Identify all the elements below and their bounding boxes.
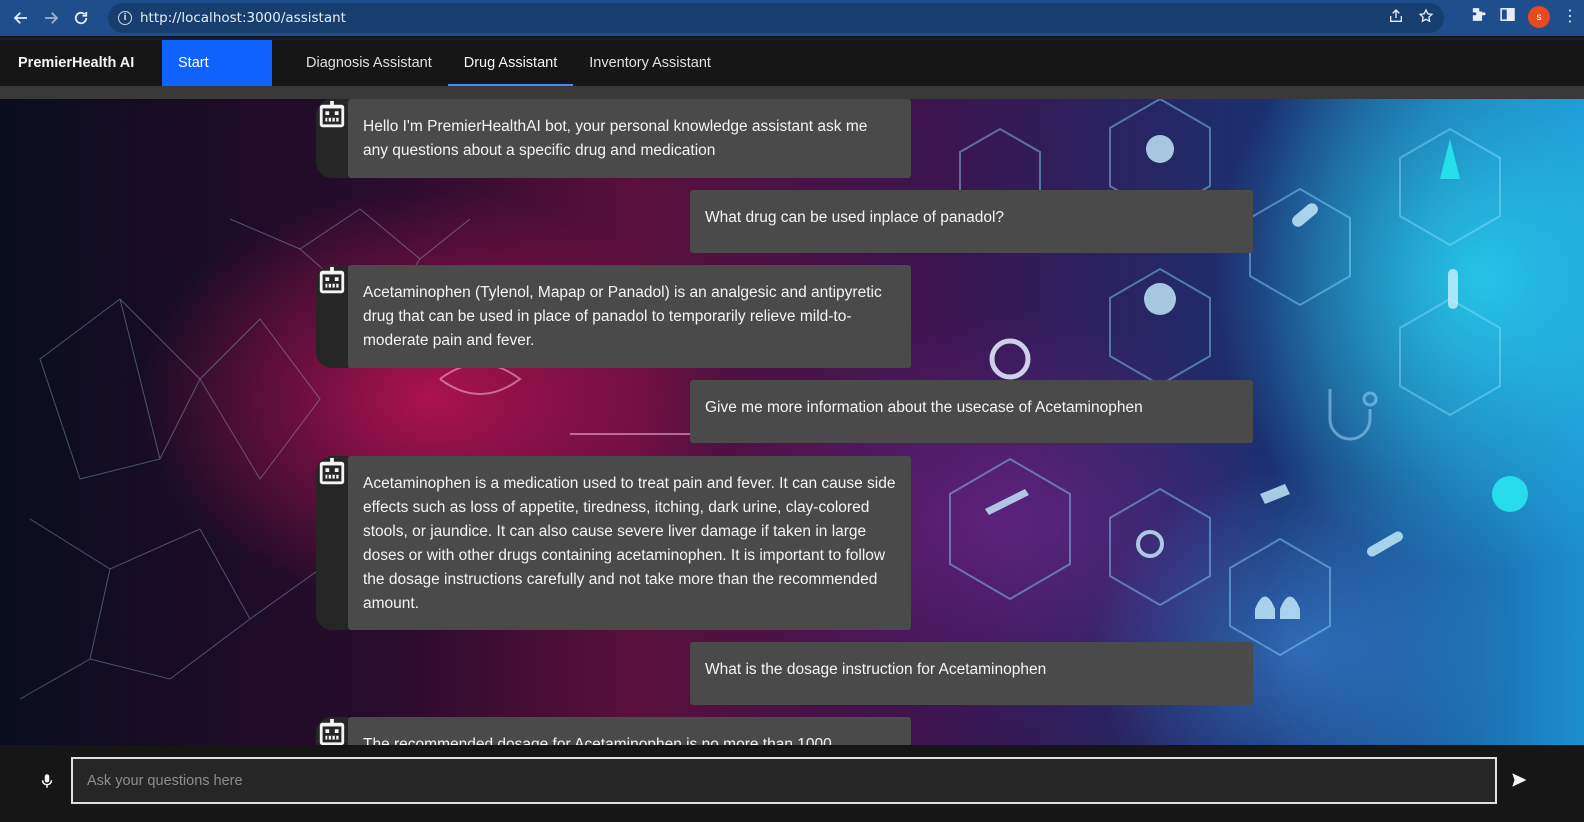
bot-message: Hello I'm PremierHealthAI bot, your pers… [316,99,911,178]
question-input[interactable] [73,759,1495,802]
message-text: Give me more information about the useca… [690,380,1253,443]
message-text: Hello I'm PremierHealthAI bot, your pers… [348,99,911,178]
address-bar[interactable]: i http://localhost:3000/assistant [108,3,1444,33]
question-input-wrapper [71,757,1497,804]
brand-name[interactable]: PremierHealth AI [0,40,162,86]
message-text: What drug can be used inplace of panadol… [690,190,1253,253]
bot-avatar-column [316,265,348,368]
bot-robot-icon [319,457,345,485]
bot-robot-icon [319,718,345,745]
kebab-menu-icon[interactable]: ⋮ [1562,9,1578,25]
url-text: http://localhost:3000/assistant [140,10,346,26]
tab-drug-assistant[interactable]: Drug Assistant [447,40,574,86]
browser-toolbar: i http://localhost:3000/assistant s ⋮ [0,0,1584,36]
profile-avatar[interactable]: s [1528,6,1550,28]
microphone-icon[interactable] [38,772,56,790]
user-message: What is the dosage instruction for Aceta… [690,642,1253,705]
share-icon[interactable] [1388,8,1404,29]
start-button[interactable]: Start [162,40,272,86]
sidepanel-icon[interactable] [1499,6,1516,28]
extensions-icon[interactable] [1470,6,1487,28]
bot-robot-icon [319,266,345,294]
user-message: Give me more information about the useca… [690,380,1253,443]
bot-avatar-column [316,99,348,178]
forward-icon[interactable] [36,3,66,33]
chat-area[interactable]: Hello I'm PremierHealthAI bot, your pers… [0,99,1584,745]
tab-diagnosis-assistant[interactable]: Diagnosis Assistant [290,40,448,86]
header-divider [0,86,1584,99]
message-text: What is the dosage instruction for Aceta… [690,642,1253,705]
star-icon[interactable] [1418,7,1434,29]
user-message: What drug can be used inplace of panadol… [690,190,1253,253]
message-text: The recommended dosage for Acetaminophen… [348,717,911,745]
composer-bar [0,745,1584,822]
bot-message: The recommended dosage for Acetaminophen… [316,717,911,745]
bot-avatar-column [316,456,348,630]
back-icon[interactable] [6,3,36,33]
bot-avatar-column [316,717,348,745]
message-text: Acetaminophen is a medication used to tr… [348,456,911,630]
send-icon[interactable] [1510,771,1528,789]
bot-message: Acetaminophen is a medication used to tr… [316,456,911,630]
tab-inventory-assistant[interactable]: Inventory Assistant [573,40,727,86]
nav-tabs: Diagnosis Assistant Drug Assistant Inven… [290,40,727,86]
info-icon[interactable]: i [118,11,132,25]
reload-icon[interactable] [66,3,96,33]
app-header: PremierHealth AI Start Diagnosis Assista… [0,38,1584,86]
message-text: Acetaminophen (Tylenol, Mapap or Panadol… [348,265,911,368]
bot-robot-icon [319,100,345,128]
bot-message: Acetaminophen (Tylenol, Mapap or Panadol… [316,265,911,368]
